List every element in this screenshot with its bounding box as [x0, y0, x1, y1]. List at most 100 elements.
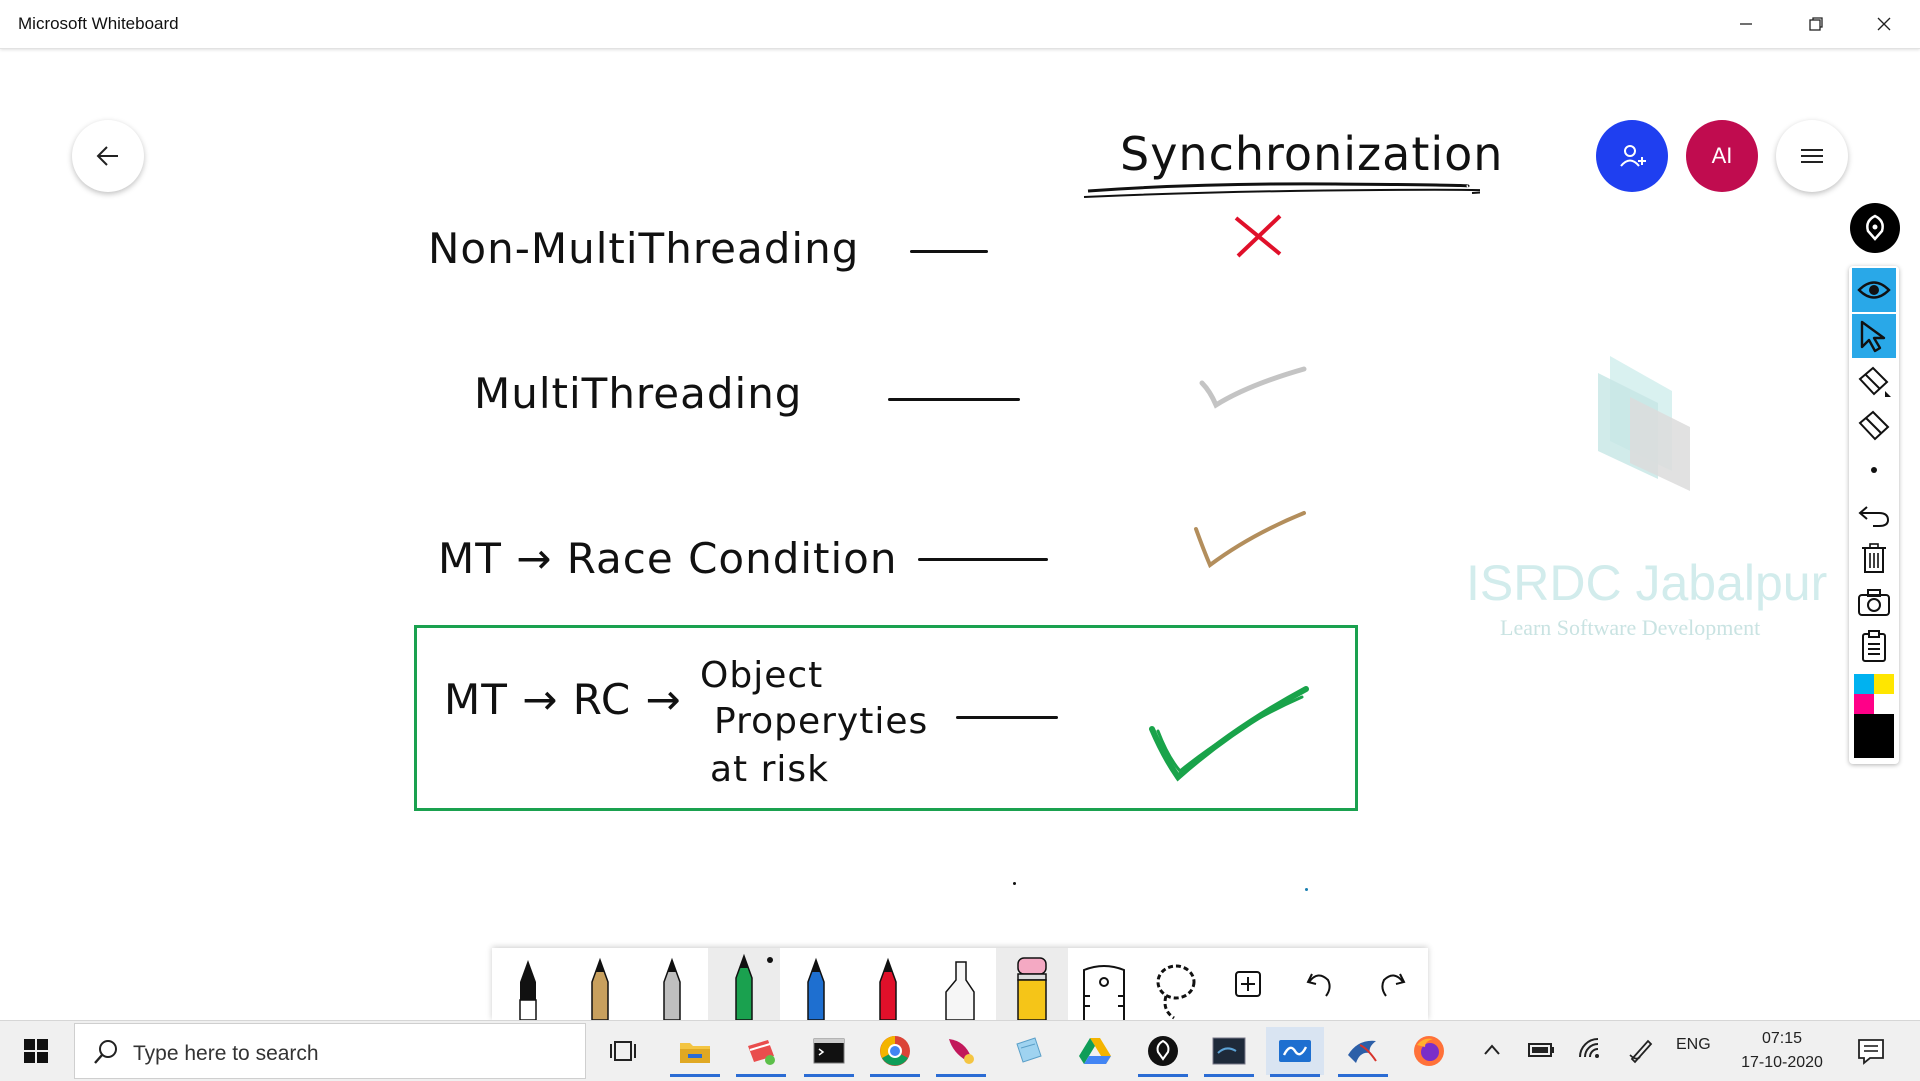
- taskbar-app-feather[interactable]: [932, 1027, 990, 1077]
- palette-swatch-black[interactable]: [1854, 714, 1894, 758]
- firefox-icon: [1414, 1036, 1444, 1066]
- highlight-prefix: MT → RC →: [444, 675, 682, 724]
- row-dash: [910, 250, 988, 253]
- task-view-icon: [610, 1041, 636, 1061]
- eraser-button[interactable]: [1852, 404, 1896, 448]
- taskbar-search[interactable]: Type here to search: [74, 1023, 586, 1079]
- pen-red[interactable]: [852, 948, 924, 1021]
- taskbar-app-google-drive[interactable]: [1066, 1027, 1124, 1075]
- taskbar-app-whiteboard[interactable]: [1266, 1027, 1324, 1077]
- yellow-pencil-icon: [1017, 957, 1047, 1021]
- ruler-tool[interactable]: [1068, 948, 1140, 1020]
- taskbar-app-terminal[interactable]: [800, 1027, 858, 1077]
- mysql-icon: [1212, 1037, 1246, 1065]
- row-dash: [956, 716, 1058, 719]
- title-underline: [1083, 182, 1480, 198]
- taskbar-app-file-explorer[interactable]: [666, 1027, 724, 1077]
- undo-button-side[interactable]: [1852, 492, 1896, 536]
- black-pen-icon: [519, 960, 537, 1021]
- pen-silver[interactable]: [636, 948, 708, 1021]
- row-dash: [918, 558, 1048, 561]
- battery-indicator[interactable]: [1526, 1035, 1556, 1065]
- pencil-yellow[interactable]: [996, 948, 1068, 1021]
- dot-size-icon: [1871, 467, 1877, 473]
- undo-button[interactable]: [1284, 948, 1356, 1020]
- redo-button[interactable]: [1356, 948, 1428, 1020]
- taskbar-app-chrome[interactable]: [866, 1027, 924, 1077]
- ink-dot: [1305, 888, 1308, 891]
- check-mark-icon: [1199, 366, 1307, 409]
- pen-workspace-button[interactable]: [1626, 1035, 1656, 1065]
- search-placeholder: Type here to search: [133, 1042, 319, 1065]
- close-button[interactable]: [1856, 6, 1912, 42]
- pen-size-button[interactable]: [1852, 448, 1896, 492]
- clock-time: 07:15: [1761, 1030, 1803, 1047]
- select-button[interactable]: [1852, 314, 1896, 358]
- clear-button[interactable]: [1852, 536, 1896, 580]
- palette-swatch-cyan[interactable]: [1854, 674, 1874, 694]
- red-pen-icon: [879, 957, 897, 1021]
- undo-icon: [1858, 506, 1890, 527]
- clipboard-icon: [1862, 630, 1886, 662]
- eraser-icon: [1858, 410, 1890, 441]
- paint-icon: [748, 1040, 775, 1065]
- menu-button[interactable]: [1776, 120, 1848, 192]
- restore-button[interactable]: [1788, 6, 1844, 42]
- wifi-indicator[interactable]: [1576, 1035, 1606, 1065]
- taskbar-app-ink[interactable]: [1134, 1027, 1192, 1077]
- color-palette[interactable]: [1854, 674, 1894, 758]
- paste-button[interactable]: [1852, 624, 1896, 668]
- lasso-tool[interactable]: [1140, 948, 1212, 1020]
- taskbar-app-bird[interactable]: [1334, 1027, 1392, 1077]
- highlight-line-2: Properyties: [714, 701, 929, 742]
- language-indicator[interactable]: ENG: [1676, 1036, 1711, 1054]
- invite-button[interactable]: [1596, 120, 1668, 192]
- wifi-icon: [1579, 1038, 1599, 1058]
- palette-swatch-magenta[interactable]: [1854, 694, 1874, 714]
- green-pen-icon: [735, 953, 773, 1021]
- tray-expand-button[interactable]: [1478, 1035, 1506, 1065]
- start-button[interactable]: [0, 1021, 72, 1081]
- clock-date: 17-10-2020: [1741, 1054, 1823, 1071]
- ruler-eraser-button[interactable]: [1852, 360, 1896, 404]
- highlighter-icon: [945, 961, 975, 1021]
- undo-icon: [1306, 973, 1331, 997]
- add-icon: [1235, 971, 1261, 997]
- whiteboard-canvas[interactable]: AI Synchronization Non-MultiThreading Mu…: [0, 49, 1920, 1020]
- hamburger-icon: [1801, 149, 1823, 163]
- camera-icon: [1858, 589, 1890, 616]
- pen-toolbar: [492, 948, 1428, 1021]
- view-button[interactable]: [1852, 268, 1896, 312]
- taskbar-app-paint[interactable]: [732, 1027, 790, 1077]
- trash-icon: [1862, 543, 1886, 573]
- check-mark-icon: [1194, 511, 1306, 569]
- minimize-icon: [1740, 23, 1752, 25]
- ink-dot: [1013, 882, 1016, 885]
- google-drive-icon: [1079, 1038, 1111, 1064]
- task-view-button[interactable]: [594, 1027, 652, 1075]
- silver-pen-icon: [663, 957, 681, 1021]
- camera-button[interactable]: [1852, 580, 1896, 624]
- taskbar-app-mysql[interactable]: [1200, 1027, 1258, 1077]
- back-button[interactable]: [72, 120, 144, 192]
- minimize-button[interactable]: [1718, 6, 1774, 42]
- notification-center-button[interactable]: [1856, 1036, 1886, 1066]
- clock[interactable]: 07:15 17-10-2020: [1736, 1027, 1828, 1075]
- pen-green[interactable]: [708, 948, 780, 1021]
- pen-blue[interactable]: [780, 948, 852, 1021]
- taskbar-app-firefox[interactable]: [1400, 1027, 1458, 1075]
- side-toolbar: [1849, 266, 1899, 764]
- title-bar: Microsoft Whiteboard: [0, 0, 1920, 49]
- battery-icon: [1528, 1043, 1554, 1057]
- ink-toggle-button[interactable]: [1850, 203, 1900, 253]
- avatar[interactable]: AI: [1686, 120, 1758, 192]
- palette-swatch-white[interactable]: [1874, 694, 1894, 714]
- row-dash: [888, 398, 1020, 401]
- taskbar: Type here to search ENG 07:15 17-10-2020: [0, 1020, 1920, 1081]
- palette-swatch-yellow[interactable]: [1874, 674, 1894, 694]
- highlighter[interactable]: [924, 948, 996, 1021]
- pen-gold[interactable]: [564, 948, 636, 1021]
- taskbar-app-notepad[interactable]: [1000, 1027, 1058, 1075]
- add-button[interactable]: [1212, 948, 1284, 1020]
- pen-black[interactable]: [492, 948, 564, 1021]
